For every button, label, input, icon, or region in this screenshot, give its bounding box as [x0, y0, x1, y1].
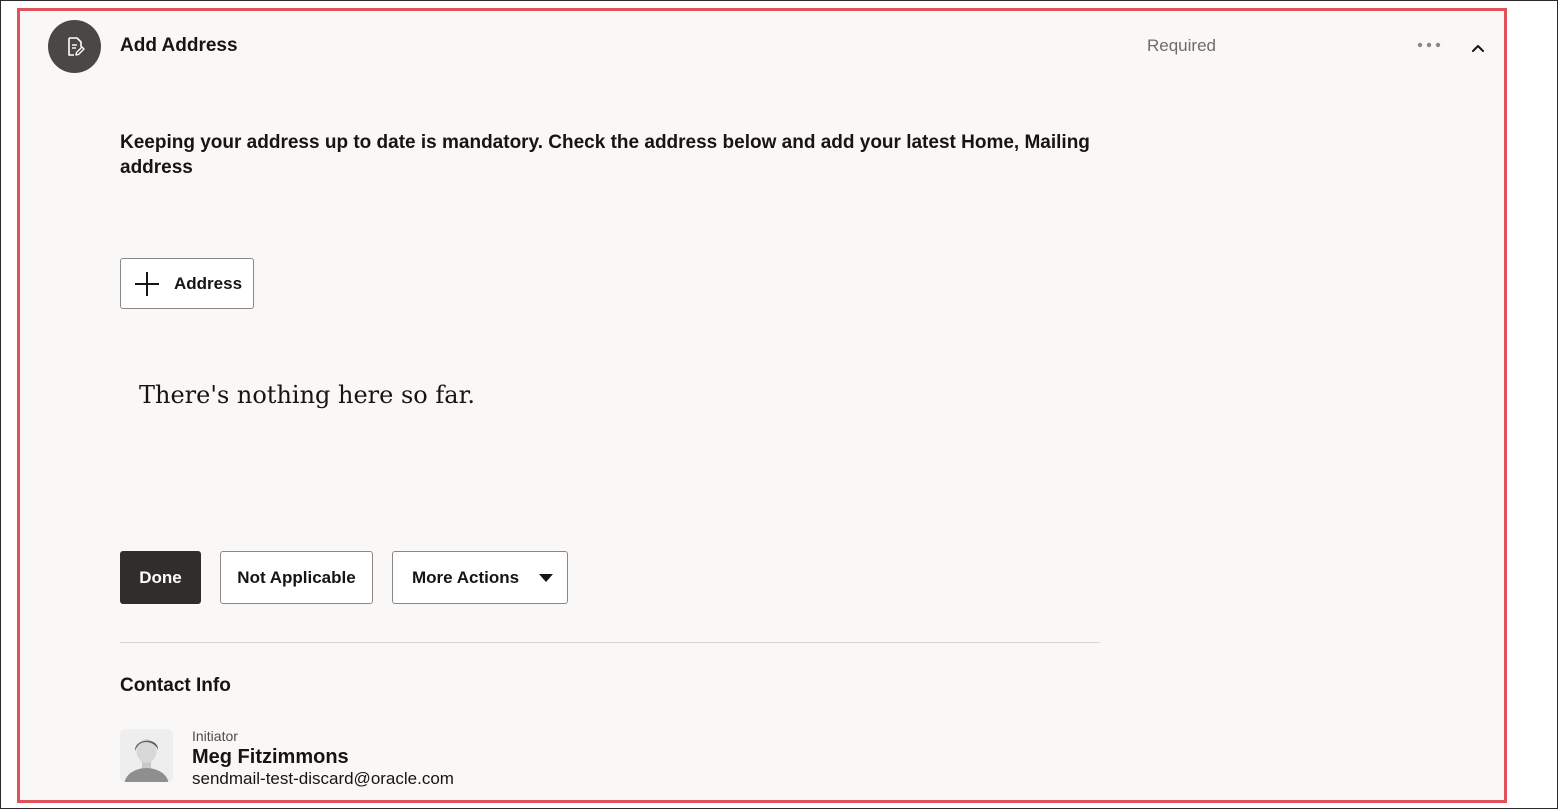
add-address-button[interactable]: Address [120, 258, 254, 309]
caret-down-icon [539, 573, 554, 582]
document-edit-icon [48, 20, 101, 73]
task-title: Add Address [120, 35, 238, 56]
status-label: Required [1147, 36, 1216, 55]
instructions-text: Keeping your address up to date is manda… [120, 132, 1090, 178]
more-actions-button[interactable]: More Actions [392, 551, 568, 604]
avatar [120, 729, 173, 782]
not-applicable-button[interactable]: Not Applicable [220, 551, 373, 604]
done-button[interactable]: Done [120, 551, 201, 604]
contact-info-heading: Contact Info [120, 675, 231, 696]
more-options-icon[interactable] [1412, 33, 1446, 57]
task-panel: Add Address Required Keeping your addres… [17, 8, 1507, 803]
add-address-label: Address [174, 273, 243, 293]
chevron-up-icon[interactable] [1466, 36, 1490, 60]
contact-name[interactable]: Meg Fitzimmons [192, 746, 349, 769]
plus-icon [134, 271, 160, 297]
empty-state-message: There's nothing here so far. [139, 381, 476, 409]
contact-role: Initiator [192, 728, 238, 744]
window-frame: Add Address Required Keeping your addres… [0, 0, 1558, 809]
more-actions-label: More Actions [412, 567, 520, 587]
contact-email[interactable]: sendmail-test-discard@oracle.com [192, 769, 454, 789]
section-divider [120, 642, 1100, 643]
